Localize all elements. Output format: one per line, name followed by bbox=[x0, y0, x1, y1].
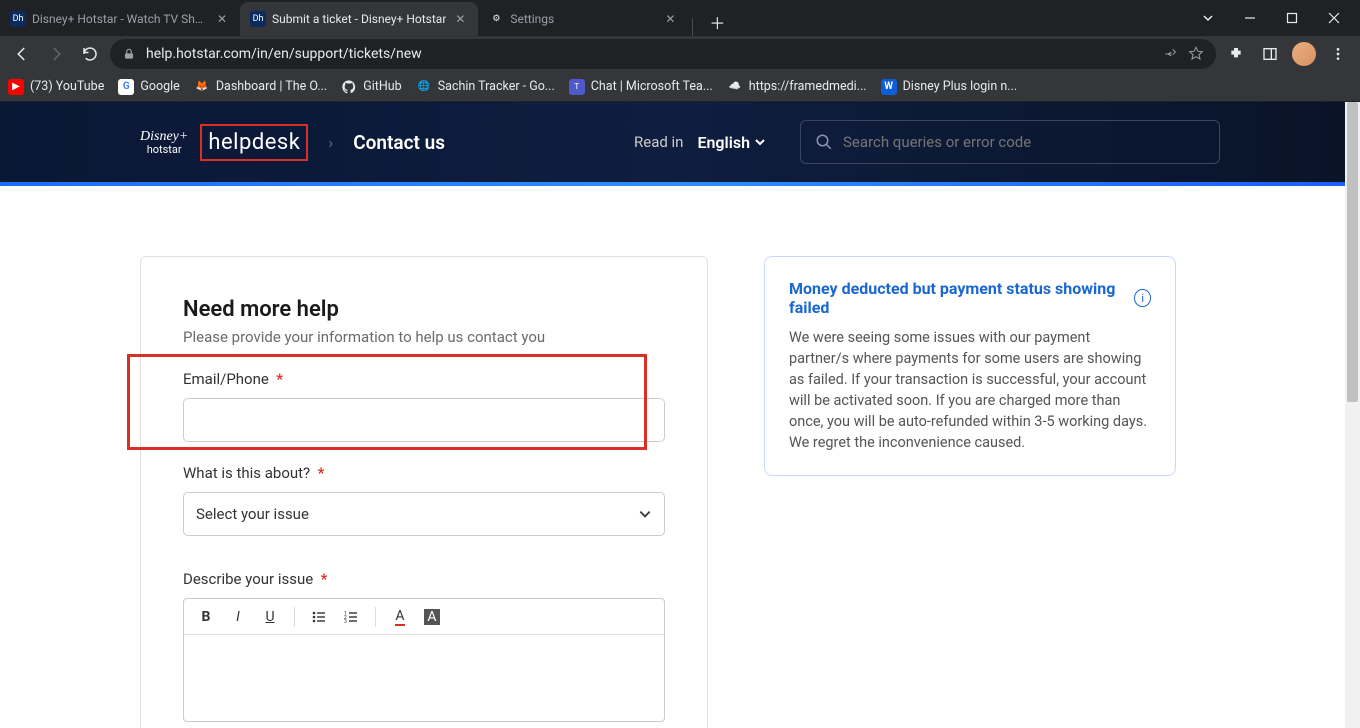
logo-group[interactable]: Disney+ hotstar helpdesk › Contact us bbox=[140, 124, 445, 161]
highlight-button[interactable]: A bbox=[418, 603, 446, 631]
read-in-label: Read in bbox=[634, 133, 683, 151]
favicon-dh-icon: Dh bbox=[250, 11, 266, 27]
annotation-highlight bbox=[127, 354, 647, 450]
bookmark-github[interactable]: GitHub bbox=[341, 79, 401, 95]
google-icon: G bbox=[118, 79, 134, 95]
breadcrumb: Contact us bbox=[353, 131, 445, 154]
teams-icon: T bbox=[569, 79, 585, 95]
about-label: What is this about? * bbox=[183, 464, 665, 482]
search-box[interactable] bbox=[800, 120, 1220, 164]
bookmark-youtube[interactable]: ▶(73) YouTube bbox=[8, 79, 104, 95]
underline-button[interactable]: U bbox=[256, 603, 284, 631]
search-icon bbox=[815, 133, 833, 151]
cloud-icon: ☁️ bbox=[727, 79, 743, 95]
helpdesk-label: helpdesk bbox=[200, 124, 308, 161]
page-viewport: Disney+ hotstar helpdesk › Contact us Re… bbox=[0, 102, 1360, 728]
tab-label: Disney+ Hotstar - Watch TV Show bbox=[32, 12, 208, 26]
ticket-form: Need more help Please provide your infor… bbox=[140, 256, 708, 728]
issue-select[interactable]: Select your issue bbox=[183, 492, 665, 536]
share-icon[interactable] bbox=[1162, 46, 1178, 62]
scroll-thumb[interactable] bbox=[1347, 102, 1358, 402]
bold-button[interactable]: B bbox=[192, 603, 220, 631]
disney-hotstar-logo: Disney+ hotstar bbox=[140, 130, 188, 155]
rich-text-editor: B I U 123 A A bbox=[183, 598, 665, 722]
profile-avatar[interactable] bbox=[1290, 40, 1318, 68]
info-icon: i bbox=[1134, 289, 1151, 307]
vertical-scrollbar[interactable] bbox=[1345, 102, 1360, 728]
youtube-icon: ▶ bbox=[8, 79, 24, 95]
settings-icon: ⚙ bbox=[488, 11, 504, 27]
minimize-button[interactable] bbox=[1236, 4, 1264, 32]
browser-titlebar: Dh Disney+ Hotstar - Watch TV Show ✕ Dh … bbox=[0, 0, 1360, 36]
separator bbox=[294, 607, 295, 627]
lock-icon bbox=[122, 47, 136, 61]
odin-icon: 🦊 bbox=[194, 79, 210, 95]
rtf-toolbar: B I U 123 A A bbox=[184, 599, 664, 635]
sidepanel-icon[interactable] bbox=[1256, 40, 1284, 68]
form-title: Need more help bbox=[183, 297, 665, 322]
form-subtitle: Please provide your information to help … bbox=[183, 328, 665, 346]
bullet-list-button[interactable] bbox=[305, 603, 333, 631]
svg-text:3: 3 bbox=[344, 619, 347, 624]
language-dropdown[interactable]: English bbox=[697, 133, 766, 152]
chevron-down-icon bbox=[638, 507, 652, 521]
describe-label: Describe your issue * bbox=[183, 570, 665, 588]
field-describe: Describe your issue * B I U 123 A A bbox=[183, 570, 665, 722]
url-text: help.hotstar.com/in/en/support/tickets/n… bbox=[146, 46, 1152, 62]
tab-2[interactable]: Dh Submit a ticket - Disney+ Hotstar ✕ bbox=[240, 2, 478, 36]
tab-separator bbox=[692, 18, 693, 36]
tab-label: Settings bbox=[510, 12, 656, 26]
bookmark-sachin[interactable]: 🌐Sachin Tracker - Go... bbox=[416, 79, 555, 95]
tabsearch-icon[interactable] bbox=[1194, 4, 1222, 32]
star-icon[interactable] bbox=[1188, 46, 1204, 62]
forward-button[interactable] bbox=[42, 40, 70, 68]
address-bar[interactable]: help.hotstar.com/in/en/support/tickets/n… bbox=[110, 39, 1216, 69]
aside-column: Money deducted but payment status showin… bbox=[764, 256, 1176, 728]
new-tab-button[interactable]: ＋ bbox=[703, 8, 731, 36]
close-icon[interactable]: ✕ bbox=[214, 11, 230, 27]
numbered-list-button[interactable]: 123 bbox=[337, 603, 365, 631]
chevron-down-icon bbox=[754, 136, 766, 148]
chevron-right-icon: › bbox=[328, 133, 333, 152]
globe-icon: 🌐 bbox=[416, 79, 432, 95]
w-icon: W bbox=[881, 79, 897, 95]
menu-icon[interactable] bbox=[1324, 40, 1352, 68]
close-icon[interactable]: ✕ bbox=[452, 11, 468, 27]
reload-button[interactable] bbox=[76, 40, 104, 68]
bookmark-framed[interactable]: ☁️https://framedmedi... bbox=[727, 79, 867, 95]
info-card-body: We were seeing some issues with our paym… bbox=[789, 327, 1151, 453]
language-selector: Read in English bbox=[634, 120, 1220, 164]
search-input[interactable] bbox=[843, 133, 1205, 151]
bookmark-teams[interactable]: TChat | Microsoft Tea... bbox=[569, 79, 713, 95]
tab-strip: Dh Disney+ Hotstar - Watch TV Show ✕ Dh … bbox=[0, 0, 731, 36]
text-color-button[interactable]: A bbox=[386, 603, 414, 631]
window-controls bbox=[1194, 4, 1360, 32]
rtf-textarea[interactable] bbox=[184, 635, 664, 721]
tab-1[interactable]: Dh Disney+ Hotstar - Watch TV Show ✕ bbox=[0, 2, 240, 36]
close-icon[interactable]: ✕ bbox=[662, 11, 678, 27]
browser-toolbar: help.hotstar.com/in/en/support/tickets/n… bbox=[0, 36, 1360, 72]
tab-3[interactable]: ⚙ Settings ✕ bbox=[478, 2, 688, 36]
extensions-icon[interactable] bbox=[1222, 40, 1250, 68]
field-about: What is this about? * Select your issue bbox=[183, 464, 665, 536]
close-window-button[interactable] bbox=[1320, 4, 1348, 32]
tab-label: Submit a ticket - Disney+ Hotstar bbox=[272, 12, 446, 26]
bookmark-google[interactable]: GGoogle bbox=[118, 79, 179, 95]
app-header: Disney+ hotstar helpdesk › Contact us Re… bbox=[0, 102, 1360, 182]
maximize-button[interactable] bbox=[1278, 4, 1306, 32]
bookmark-disneyplus[interactable]: WDisney Plus login n... bbox=[881, 79, 1018, 95]
info-card: Money deducted but payment status showin… bbox=[764, 256, 1176, 476]
bookmark-dashboard[interactable]: 🦊Dashboard | The O... bbox=[194, 79, 327, 95]
info-card-title[interactable]: Money deducted but payment status showin… bbox=[789, 279, 1151, 317]
back-button[interactable] bbox=[8, 40, 36, 68]
bookmarks-bar: ▶(73) YouTube GGoogle 🦊Dashboard | The O… bbox=[0, 72, 1360, 102]
italic-button[interactable]: I bbox=[224, 603, 252, 631]
github-icon bbox=[341, 79, 357, 95]
main-content: Need more help Please provide your infor… bbox=[0, 186, 1360, 728]
favicon-dh-icon: Dh bbox=[10, 11, 26, 27]
separator bbox=[375, 607, 376, 627]
